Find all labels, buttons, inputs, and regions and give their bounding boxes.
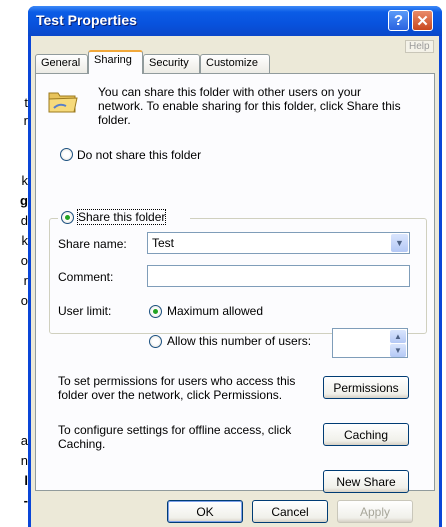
- apply-button[interactable]: Apply: [337, 500, 413, 523]
- spinner-buttons[interactable]: ▲ ▼: [390, 330, 406, 358]
- permissions-text-line2: folder over the network, click Permissio…: [58, 388, 283, 402]
- new-share-button[interactable]: New Share: [323, 470, 409, 493]
- close-icon[interactable]: ✕: [412, 10, 433, 31]
- ok-button[interactable]: OK: [167, 500, 243, 523]
- do-not-share-radio[interactable]: [60, 148, 73, 161]
- tab-sharing[interactable]: Sharing: [88, 50, 143, 74]
- cancel-button[interactable]: Cancel: [252, 500, 328, 523]
- background-char: o: [20, 293, 28, 308]
- caching-text-line1: To configure settings for offline access…: [58, 423, 292, 437]
- do-not-share-label[interactable]: Do not share this folder: [77, 148, 201, 162]
- title-bar[interactable]: Test Properties ? ✕: [28, 6, 442, 36]
- user-count-spinner[interactable]: ▲ ▼: [332, 328, 408, 358]
- shared-folder-icon: [48, 92, 78, 113]
- comment-label: Comment:: [58, 270, 114, 284]
- caching-text-line2: Caching.: [58, 437, 106, 451]
- maximum-allowed-radio[interactable]: [149, 305, 162, 318]
- spin-down-icon[interactable]: ▼: [390, 344, 406, 357]
- user-limit-label: User limit:: [58, 304, 112, 318]
- share-name-label: Share name:: [58, 237, 127, 251]
- tab-general[interactable]: General: [35, 54, 88, 73]
- background-page-text: t r k g d k o r o a n l -: [0, 0, 30, 527]
- intro-text-line3: folder.: [98, 113, 131, 127]
- share-name-dropdown[interactable]: Test ▼: [147, 232, 410, 254]
- chevron-down-icon[interactable]: ▼: [391, 234, 408, 252]
- permissions-button[interactable]: Permissions: [323, 376, 409, 399]
- help-link[interactable]: Help: [405, 40, 434, 53]
- maximum-allowed-label[interactable]: Maximum allowed: [167, 304, 263, 318]
- share-this-folder-radio[interactable]: [61, 211, 74, 224]
- share-name-value: Test: [152, 236, 175, 250]
- sharing-panel: You can share this folder with other use…: [35, 73, 435, 493]
- caching-button[interactable]: Caching: [323, 423, 409, 446]
- allow-number-label[interactable]: Allow this number of users:: [167, 334, 311, 348]
- properties-dialog: Test Properties ? ✕ Help General Sharing…: [28, 6, 442, 527]
- share-this-folder-label[interactable]: Share this folder: [76, 209, 167, 225]
- intro-text-line1: You can share this folder with other use…: [98, 85, 362, 99]
- allow-number-radio[interactable]: [149, 335, 162, 348]
- intro-text-line2: network. To enable sharing for this fold…: [98, 99, 401, 113]
- background-char: o: [20, 253, 28, 268]
- window-title: Test Properties: [36, 12, 137, 28]
- background-char: d: [20, 213, 28, 228]
- background-char: g: [20, 193, 28, 208]
- dialog-client-area: Help General Sharing Security Customize …: [31, 36, 439, 527]
- tab-customize[interactable]: Customize: [200, 54, 270, 73]
- help-icon[interactable]: ?: [388, 10, 409, 31]
- background-char: a: [20, 433, 28, 448]
- comment-input[interactable]: [147, 265, 410, 287]
- permissions-text-line1: To set permissions for users who access …: [58, 374, 296, 388]
- background-char: n: [20, 453, 28, 468]
- tab-security[interactable]: Security: [143, 54, 200, 73]
- share-this-folder-option[interactable]: Share this folder: [58, 209, 190, 226]
